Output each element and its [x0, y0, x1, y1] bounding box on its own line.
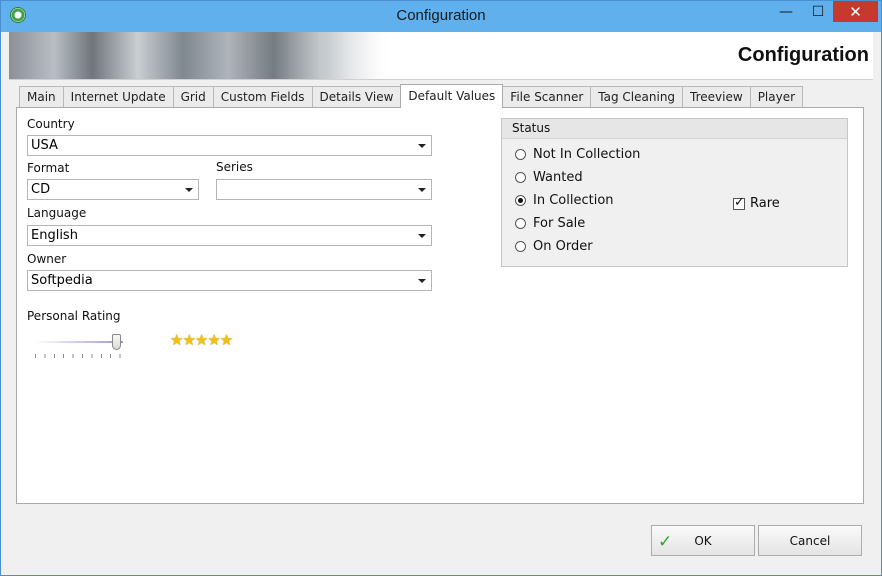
personal-rating-label: Personal Rating — [27, 309, 121, 323]
country-label: Country — [27, 117, 75, 131]
chevron-down-icon[interactable] — [185, 188, 193, 192]
config-window: Configuration — ☐ ✕ Configuration Main I… — [0, 0, 882, 576]
owner-value: Softpedia — [31, 273, 93, 288]
radio-for-sale[interactable]: For Sale — [515, 216, 585, 231]
status-group: Status Not In Collection Wanted In Colle… — [501, 118, 848, 267]
banner-image — [9, 32, 387, 79]
tab-custom-fields[interactable]: Custom Fields — [212, 86, 313, 107]
series-label: Series — [216, 160, 253, 174]
tab-tag-cleaning[interactable]: Tag Cleaning — [590, 86, 684, 107]
rare-checkbox[interactable]: Rare — [733, 195, 780, 211]
radio-circle-icon[interactable] — [515, 172, 526, 183]
tab-file-scanner[interactable]: File Scanner — [502, 86, 592, 107]
rating-slider-ticks — [35, 354, 121, 358]
owner-select[interactable]: Softpedia — [27, 270, 432, 291]
language-value: English — [31, 228, 78, 243]
tab-grid[interactable]: Grid — [172, 86, 214, 107]
radio-label: Wanted — [533, 170, 583, 185]
rating-slider-track[interactable] — [35, 341, 123, 343]
banner-title: Configuration — [737, 44, 869, 66]
radio-circle-icon[interactable] — [515, 241, 526, 252]
checkbox-checked-icon[interactable] — [733, 195, 745, 210]
minimize-button[interactable]: — — [772, 1, 800, 22]
radio-label: In Collection — [533, 193, 614, 208]
language-label: Language — [27, 206, 87, 220]
radio-circle-icon[interactable] — [515, 149, 526, 160]
window-title: Configuration — [396, 7, 486, 24]
chevron-down-icon[interactable] — [418, 188, 426, 192]
chevron-down-icon[interactable] — [418, 144, 426, 148]
language-select[interactable]: English — [27, 225, 432, 246]
radio-label: For Sale — [533, 216, 586, 231]
rating-stars-icon: ★★★★★ — [170, 331, 233, 349]
ok-button[interactable]: ✓ OK — [651, 525, 755, 556]
tab-strip: Main Internet Update Grid Custom Fields … — [19, 84, 804, 108]
format-select[interactable]: CD — [27, 179, 199, 200]
radio-in-collection[interactable]: In Collection — [515, 193, 614, 208]
radio-circle-icon[interactable] — [515, 218, 526, 229]
radio-label: Not In Collection — [533, 147, 641, 162]
ok-label: OK — [694, 533, 712, 548]
tab-details-view[interactable]: Details View — [311, 86, 402, 107]
chevron-down-icon[interactable] — [418, 234, 426, 238]
maximize-button[interactable]: ☐ — [804, 1, 832, 22]
tab-default-values[interactable]: Default Values — [400, 84, 504, 108]
cancel-button[interactable]: Cancel — [758, 525, 862, 556]
default-values-panel: Country USA Format CD Series Language En… — [16, 107, 864, 504]
series-select[interactable] — [216, 179, 432, 200]
tab-internet-update[interactable]: Internet Update — [62, 86, 174, 107]
title-bar[interactable]: Configuration — ☐ ✕ — [1, 1, 881, 32]
status-group-title: Status — [502, 119, 847, 139]
format-label: Format — [27, 161, 70, 175]
cancel-label: Cancel — [789, 533, 831, 548]
rating-slider-thumb[interactable] — [112, 334, 121, 350]
radio-on-order[interactable]: On Order — [515, 239, 593, 254]
country-value: USA — [31, 138, 58, 153]
country-select[interactable]: USA — [27, 135, 432, 156]
tab-treeview[interactable]: Treeview — [682, 86, 751, 107]
radio-label: On Order — [533, 239, 593, 254]
radio-wanted[interactable]: Wanted — [515, 170, 583, 185]
radio-not-in-collection[interactable]: Not In Collection — [515, 147, 640, 162]
close-button[interactable]: ✕ — [833, 1, 878, 22]
header-banner: Configuration — [9, 32, 873, 80]
owner-label: Owner — [27, 252, 67, 266]
tab-main[interactable]: Main — [19, 86, 64, 107]
tab-player[interactable]: Player — [749, 86, 804, 107]
check-icon: ✓ — [658, 532, 673, 552]
chevron-down-icon[interactable] — [418, 279, 426, 283]
rare-label: Rare — [750, 196, 780, 211]
format-value: CD — [31, 182, 51, 197]
radio-selected-icon[interactable] — [515, 195, 526, 206]
